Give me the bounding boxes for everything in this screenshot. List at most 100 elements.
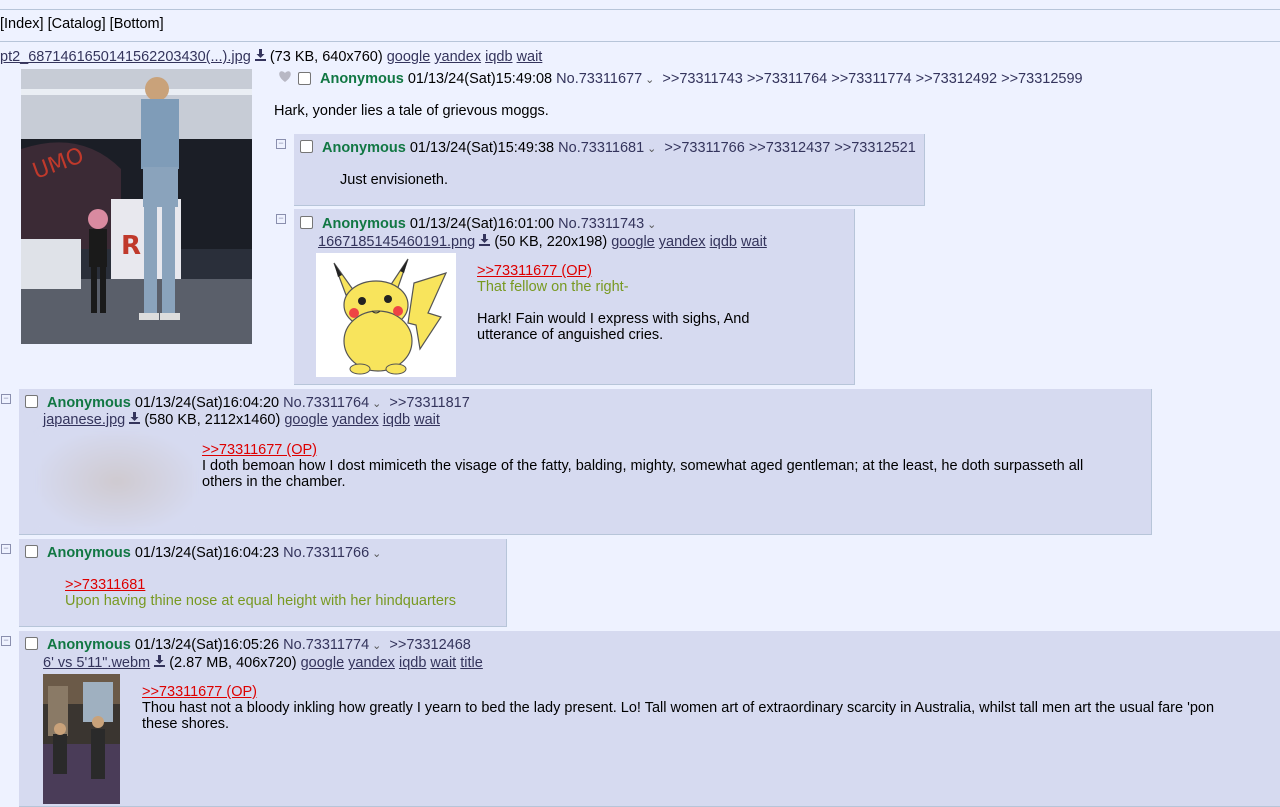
search-iqdb-link[interactable]: iqdb [383,412,410,428]
minus-box-icon[interactable]: − [1,544,11,554]
search-google-link[interactable]: google [611,234,655,250]
post-number[interactable]: No.73311681 [558,140,644,156]
top-strip [0,0,1280,10]
file-meta: (50 KB, 220x198) [494,234,608,250]
op-post-number[interactable]: No.73311677 [556,71,642,87]
backlink-2[interactable]: >>73312437 [749,140,830,156]
minus-box-icon[interactable]: − [1,394,11,404]
op-quotelink[interactable]: >>73311677 (OP) [477,263,592,279]
chevron-down-icon[interactable]: ⌄ [647,218,656,231]
reply-73311766: Anonymous 01/13/24(Sat)16:04:23 No.73311… [19,539,507,627]
backlink-3[interactable]: >>73312521 [834,140,915,156]
search-google-link[interactable]: google [387,49,431,65]
video-thumbnail[interactable] [43,674,120,804]
reply-message: Just envisioneth. [340,172,449,188]
search-iqdb-link[interactable]: iqdb [485,49,512,65]
pikachu-image[interactable] [316,253,456,377]
nav-catalog-link[interactable]: Catalog [52,16,102,32]
blurred-image[interactable] [37,431,197,531]
reply-select-checkbox[interactable] [25,395,38,408]
op-backlink-3[interactable]: >>73311774 [831,71,911,87]
file-name[interactable]: 1667185145460191.png [318,234,475,250]
reply-select-checkbox[interactable] [300,216,313,229]
search-yandex-link[interactable]: yandex [348,655,395,671]
minus-box-icon[interactable]: − [276,214,286,224]
minus-box-icon[interactable]: − [1,636,11,646]
op-backlink-4[interactable]: >>73312492 [916,71,997,87]
op-select-checkbox[interactable] [298,72,311,85]
download-icon[interactable] [129,412,141,427]
reply-header: Anonymous 01/13/24(Sat)16:01:00 No.73311… [322,216,660,232]
post-date: 01/13/24(Sat)16:04:23 [134,545,280,561]
post-number[interactable]: No.73311774 [283,637,369,653]
reply-file-info: japanese.jpg (580 KB, 2112x1460) google … [43,412,440,428]
reply-file-info: 1667185145460191.png (50 KB, 220x198) go… [318,234,767,250]
minus-box-icon[interactable]: − [276,139,286,149]
download-icon[interactable] [154,655,166,670]
chevron-down-icon[interactable]: ⌄ [372,397,381,410]
backlink-1[interactable]: >>73312468 [389,637,470,653]
message-line-1: Hark! Fain would I express with sighs, A… [477,311,750,327]
chevron-down-icon[interactable]: ⌄ [372,639,381,652]
search-google-link[interactable]: google [301,655,345,671]
search-title-link[interactable]: title [460,655,483,671]
post-date: 01/13/24(Sat)16:04:20 [134,395,280,411]
post-number[interactable]: No.73311764 [283,395,369,411]
svg-text:R: R [121,231,141,261]
chevron-down-icon[interactable]: ⌄ [645,73,654,86]
poster-name: Anonymous [322,216,406,232]
search-iqdb-link[interactable]: iqdb [399,655,426,671]
search-wait-link[interactable]: wait [414,412,440,428]
post-date: 01/13/24(Sat)15:49:38 [409,140,555,156]
search-wait-link[interactable]: wait [741,234,767,250]
reply-select-checkbox[interactable] [25,637,38,650]
greentext-line: Upon having thine nose at equal height w… [65,593,456,609]
divider [0,41,1280,42]
search-google-link[interactable]: google [284,412,328,428]
poster-name: Anonymous [47,545,131,561]
reply-73311774: Anonymous 01/13/24(Sat)16:05:26 No.73311… [19,631,1280,807]
message-line-1: Thou hast not a bloody inkling how great… [142,700,1215,716]
reply-message: >>73311677 (OP) I doth bemoan how I dost… [202,442,1132,490]
post-date: 01/13/24(Sat)16:01:00 [409,216,555,232]
search-yandex-link[interactable]: yandex [332,412,379,428]
reply-message: >>73311677 (OP) Thou hast not a bloody i… [142,684,1252,732]
op-header: Anonymous 01/13/24(Sat)15:49:08 No.73311… [320,71,1083,87]
op-backlink-5[interactable]: >>73312599 [1001,71,1082,87]
backlink-1[interactable]: >>73311817 [389,395,469,411]
search-yandex-link[interactable]: yandex [434,49,481,65]
download-icon[interactable] [479,234,491,249]
chevron-down-icon[interactable]: ⌄ [372,547,381,560]
post-number[interactable]: No.73311743 [558,216,644,232]
search-wait-link[interactable]: wait [517,49,543,65]
file-name[interactable]: 6' vs 5'11".webm [43,655,150,671]
quotelink[interactable]: >>73311681 [65,577,145,593]
file-name[interactable]: japanese.jpg [43,412,125,428]
reply-header: Anonymous 01/13/24(Sat)16:04:20 No.73311… [47,395,470,411]
heart-icon[interactable] [278,70,292,87]
reply-message: >>73311681 Upon having thine nose at equ… [65,577,456,609]
op-file-name[interactable]: pt2_6871461650141562203430(...).jpg [0,49,251,65]
file-meta: (2.87 MB, 406x720) [169,655,297,671]
reply-select-checkbox[interactable] [25,545,38,558]
op-image[interactable]: UMO R [21,69,252,344]
nav-bottom-link[interactable]: Bottom [114,16,160,32]
nav-index-link[interactable]: Index [4,16,39,32]
chevron-down-icon[interactable]: ⌄ [647,142,656,155]
reply-select-checkbox[interactable] [300,140,313,153]
message-line-2: these shores. [142,716,230,732]
reply-73311743: Anonymous 01/13/24(Sat)16:01:00 No.73311… [294,209,855,385]
post-number[interactable]: No.73311766 [283,545,369,561]
backlink-1[interactable]: >>73311766 [664,140,744,156]
op-date: 01/13/24(Sat)15:49:08 [407,71,553,87]
search-wait-link[interactable]: wait [430,655,456,671]
op-backlink-2[interactable]: >>73311764 [747,71,827,87]
search-iqdb-link[interactable]: iqdb [710,234,737,250]
search-yandex-link[interactable]: yandex [659,234,706,250]
op-quotelink[interactable]: >>73311677 (OP) [142,684,257,700]
download-icon[interactable] [254,49,266,64]
reply-73311764: Anonymous 01/13/24(Sat)16:04:20 No.73311… [19,389,1152,535]
op-quotelink[interactable]: >>73311677 (OP) [202,442,317,458]
reply-file-info: 6' vs 5'11".webm (2.87 MB, 406x720) goog… [43,655,483,671]
op-backlink-1[interactable]: >>73311743 [662,71,742,87]
